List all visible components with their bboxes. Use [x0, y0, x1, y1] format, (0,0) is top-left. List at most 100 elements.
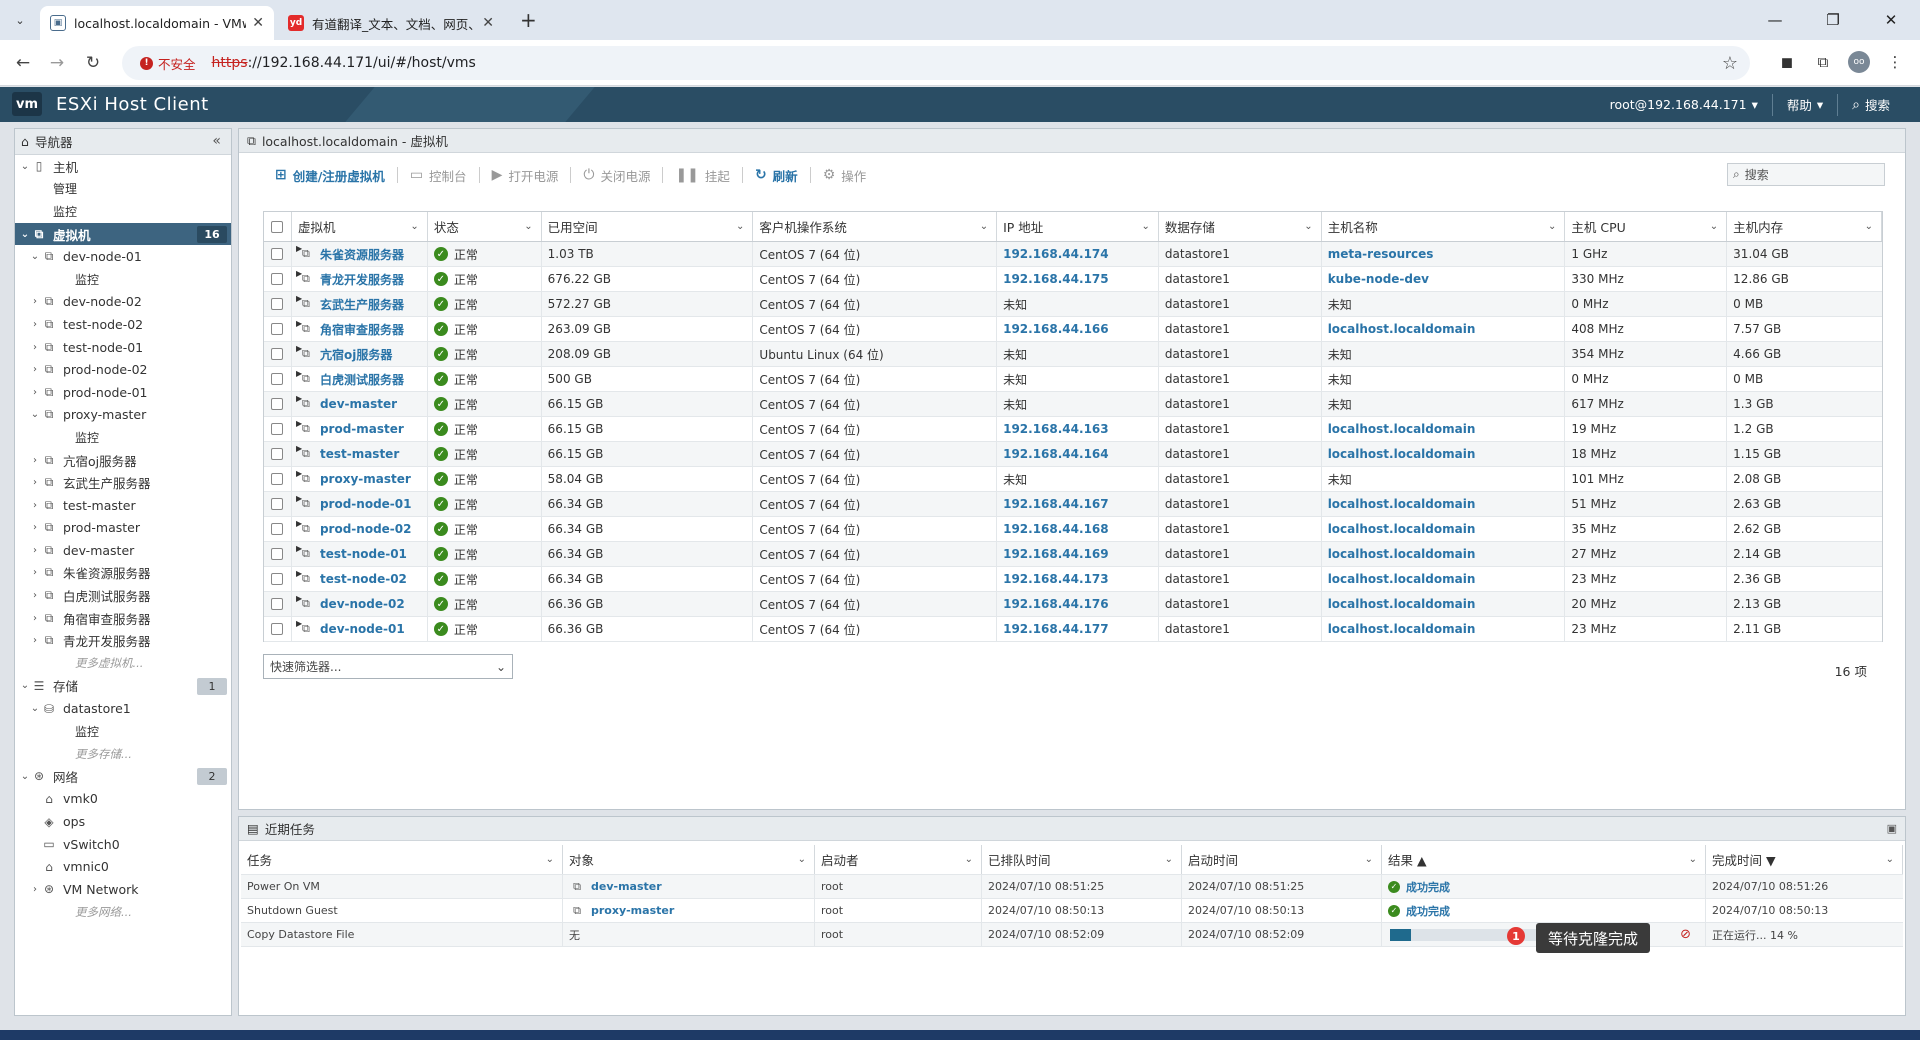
chevron-down-icon[interactable]: ⌄ [524, 221, 532, 232]
chevron-down-icon[interactable]: ⌄ [965, 854, 973, 865]
hostname[interactable]: localhost.localdomain [1328, 622, 1476, 636]
column-header[interactable]: 任务 ⌄ [241, 845, 563, 874]
vm-name-link[interactable]: dev-node-01 [320, 622, 405, 636]
table-row[interactable]: ▶ ⧉ 亢宿oj服务器 ✓ 正常 208.09 GB Ubuntu Linux (64 位)… [264, 342, 1882, 367]
column-header[interactable]: 主机 CPU ⌄ [1565, 212, 1728, 241]
table-row[interactable]: ▶ ⧉ test-master ✓ 正常 66.15 GB CentOS 7 (64 位) 1… [264, 442, 1882, 467]
close-window-icon[interactable]: ✕ [1862, 0, 1920, 40]
chevron-down-icon[interactable]: ⌄ [19, 680, 31, 691]
chevron-down-icon[interactable]: ⌄ [29, 251, 41, 262]
forward-arrow-icon[interactable]: → [44, 51, 70, 75]
column-header[interactable]: 主机内存 ⌄ [1727, 212, 1882, 241]
column-header[interactable]: 虚拟机 ⌄ [292, 212, 428, 241]
nav-network-item[interactable]: ⌂ vmk0 [15, 788, 231, 811]
chevron-down-icon[interactable]: ⌄ [1689, 854, 1697, 865]
hostname[interactable]: localhost.localdomain [1328, 572, 1476, 586]
chevron-down-icon[interactable]: ⌄ [1304, 221, 1312, 232]
chevron-right-icon[interactable]: › [29, 567, 41, 578]
hostname[interactable]: localhost.localdomain [1328, 447, 1476, 461]
chevron-right-icon[interactable]: › [29, 319, 41, 330]
collapse-panel-icon[interactable]: « [212, 133, 221, 149]
back-arrow-icon[interactable]: ← [10, 51, 36, 75]
table-row[interactable]: ▶ ⧉ 朱雀资源服务器 ✓ 正常 1.03 TB CentOS 7 (64 位) 192.16… [264, 242, 1882, 267]
nav-vm-item[interactable]: › ⧉ 青龙开发服务器 [15, 629, 231, 652]
nav-more-storage[interactable]: 更多存储... [15, 742, 231, 765]
nav-more-network[interactable]: 更多网络... [15, 901, 231, 924]
user-menu[interactable]: root@192.168.44.171 ▾ [1596, 97, 1772, 112]
table-row[interactable]: ▶ ⧉ 白虎测试服务器 ✓ 正常 500 GB CentOS 7 (64 位) 未知 datas… [264, 367, 1882, 392]
nav-host-child[interactable]: 管理 [15, 178, 231, 201]
nav-datastore[interactable]: ⌄ ⛁ datastore1 [15, 697, 231, 720]
vm-name-link[interactable]: 亢宿oj服务器 [320, 346, 392, 363]
header-search[interactable]: ⌕ 搜索 [1838, 95, 1920, 114]
nav-vm-child[interactable]: 监控 [15, 268, 231, 291]
row-checkbox[interactable] [271, 398, 284, 410]
hostname[interactable]: localhost.localdomain [1328, 547, 1476, 561]
nav-vm-item[interactable]: ⌄ ⧉ proxy-master [15, 404, 231, 427]
ip-address[interactable]: 192.168.44.174 [1003, 247, 1109, 261]
nav-vm-item[interactable]: ⌄ ⧉ dev-node-01 [15, 245, 231, 268]
tab-esxi[interactable]: ▣ localhost.localdomain - VMware ESXi ✕ [40, 6, 274, 40]
tab-search-button[interactable]: ⌄ [8, 9, 32, 31]
vm-name-link[interactable]: 角宿审查服务器 [320, 321, 404, 338]
row-checkbox[interactable] [271, 423, 284, 435]
hostname[interactable]: localhost.localdomain [1328, 522, 1476, 536]
row-checkbox[interactable] [271, 598, 284, 610]
chevron-right-icon[interactable]: › [29, 590, 41, 601]
chevron-right-icon[interactable]: › [29, 500, 41, 511]
vm-name-link[interactable]: dev-node-02 [320, 597, 405, 611]
column-header[interactable]: 主机名称 ⌄ [1322, 212, 1566, 241]
column-header[interactable]: 已用空间 ⌄ [542, 212, 754, 241]
power-off-button[interactable]: ⏻ 关闭电源 [571, 166, 662, 185]
table-row[interactable]: ▶ ⧉ test-node-01 ✓ 正常 66.34 GB CentOS 7 (64 位)… [264, 542, 1882, 567]
chevron-down-icon[interactable]: ⌄ [546, 854, 554, 865]
row-checkbox[interactable] [271, 298, 284, 310]
nav-vm-item[interactable]: › ⧉ prod-master [15, 517, 231, 540]
nav-vm-item[interactable]: › ⧉ 亢宿oj服务器 [15, 449, 231, 472]
chevron-right-icon[interactable]: › [29, 613, 41, 624]
chevron-down-icon[interactable]: ⌄ [1365, 854, 1373, 865]
quick-filter-select[interactable]: 快速筛选器... ⌄ [263, 654, 513, 679]
task-row[interactable]: Power On VM ⧉ dev-master root 2024/07/10 08:… [241, 875, 1903, 899]
hostname[interactable]: localhost.localdomain [1328, 597, 1476, 611]
column-header[interactable]: 结果 ▲ ⌄ [1382, 845, 1706, 874]
row-checkbox[interactable] [271, 523, 284, 535]
minimize-icon[interactable]: — [1746, 0, 1804, 40]
table-row[interactable]: ▶ ⧉ prod-node-01 ✓ 正常 66.34 GB CentOS 7 (64 位)… [264, 492, 1882, 517]
table-row[interactable]: ▶ ⧉ 角宿审查服务器 ✓ 正常 263.09 GB CentOS 7 (64 位) 192.… [264, 317, 1882, 342]
column-header[interactable]: 对象 ⌄ [563, 845, 815, 874]
ip-address[interactable]: 192.168.44.164 [1003, 447, 1109, 461]
chevron-right-icon[interactable]: › [29, 364, 41, 375]
table-row[interactable]: ▶ ⧉ 玄武生产服务器 ✓ 正常 572.27 GB CentOS 7 (64 位) 未知 da… [264, 292, 1882, 317]
nav-vm-item[interactable]: › ⧉ dev-node-02 [15, 291, 231, 314]
hostname[interactable]: localhost.localdomain [1328, 422, 1476, 436]
vm-name-link[interactable]: 青龙开发服务器 [320, 271, 404, 288]
extensions-puzzle-icon[interactable]: ⧉ [1812, 51, 1834, 73]
column-header[interactable]: 数据存储 ⌄ [1159, 212, 1322, 241]
nav-vm-item[interactable]: › ⧉ test-master [15, 494, 231, 517]
create-vm-button[interactable]: ⊞ 创建/注册虚拟机 [263, 166, 397, 185]
chevron-down-icon[interactable]: ⌄ [1865, 221, 1873, 232]
maximize-panel-icon[interactable]: ▣ [1887, 822, 1897, 835]
ip-address[interactable]: 192.168.44.176 [1003, 597, 1109, 611]
ip-address[interactable]: 192.168.44.166 [1003, 322, 1109, 336]
vm-name-link[interactable]: prod-node-02 [320, 522, 412, 536]
incognito-icon[interactable]: ◼ [1776, 51, 1798, 73]
chevron-right-icon[interactable]: › [29, 884, 41, 895]
vm-name-link[interactable]: prod-master [320, 422, 404, 436]
nav-vm-item[interactable]: › ⧉ prod-node-02 [15, 358, 231, 381]
row-checkbox[interactable] [271, 623, 284, 635]
cancel-task-icon[interactable]: ⊘ [1680, 927, 1691, 942]
power-on-button[interactable]: ▶ 打开电源 [480, 166, 571, 185]
nav-vm-child[interactable]: 监控 [15, 426, 231, 449]
chevron-down-icon[interactable]: ⌄ [1710, 221, 1718, 232]
vm-name-link[interactable]: test-master [320, 447, 399, 461]
vm-search-input[interactable]: ⌕ 搜索 [1727, 163, 1885, 186]
hostname[interactable]: localhost.localdomain [1328, 497, 1476, 511]
nav-network-item[interactable]: ◈ ops [15, 810, 231, 833]
nav-more-vms[interactable]: 更多虚拟机... [15, 652, 231, 675]
nav-vm-item[interactable]: › ⧉ 白虎测试服务器 [15, 584, 231, 607]
ip-address[interactable]: 192.168.44.167 [1003, 497, 1109, 511]
hostname[interactable]: localhost.localdomain [1328, 322, 1476, 336]
nav-vm-item[interactable]: › ⧉ test-node-01 [15, 336, 231, 359]
